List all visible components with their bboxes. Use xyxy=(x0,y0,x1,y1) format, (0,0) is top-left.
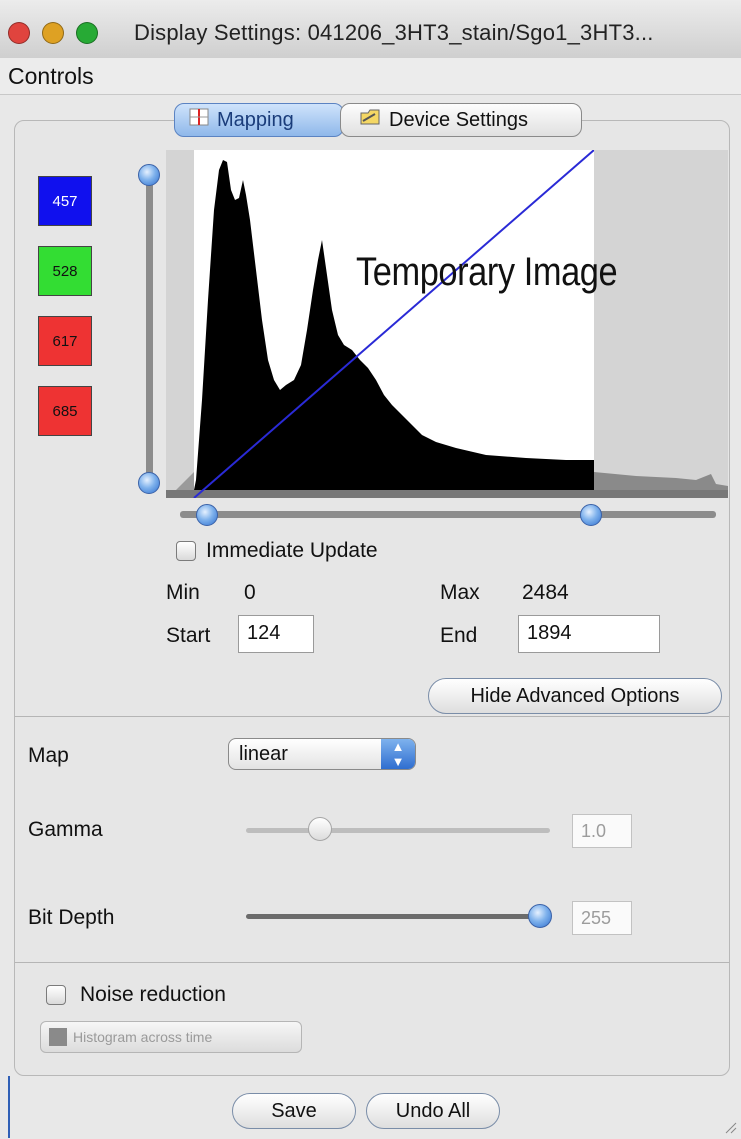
mapping-icon xyxy=(189,108,209,132)
menu-controls[interactable]: Controls xyxy=(8,63,94,90)
map-select-value: linear xyxy=(239,743,288,765)
map-select[interactable]: linear ▲ ▼ xyxy=(228,738,416,770)
max-value: 2484 xyxy=(522,581,569,604)
noise-reduction-label: Noise reduction xyxy=(80,983,226,1006)
histogram-across-time-toggle[interactable]: Histogram across time xyxy=(40,1021,302,1053)
window-edge-accent xyxy=(8,1076,10,1138)
tab-device-settings-label: Device Settings xyxy=(389,108,528,131)
map-label: Map xyxy=(28,744,69,767)
end-slider-knob[interactable] xyxy=(580,504,602,526)
gamma-value-field: 1.0 xyxy=(572,814,632,848)
tab-mapping[interactable]: Mapping xyxy=(174,103,344,137)
tab-mapping-label: Mapping xyxy=(217,108,294,131)
undo-all-button[interactable]: Undo All xyxy=(366,1093,500,1129)
bit-depth-label: Bit Depth xyxy=(28,906,115,929)
zoom-window-button[interactable] xyxy=(76,22,98,44)
channel-528-button[interactable]: 528 xyxy=(38,246,92,296)
vertical-slider-top-knob[interactable] xyxy=(138,164,160,186)
tab-device-settings[interactable]: Device Settings xyxy=(340,103,582,137)
save-button[interactable]: Save xyxy=(232,1093,356,1129)
title-bar: Display Settings: 041206_3HT3_stain/Sgo1… xyxy=(0,0,741,59)
channel-685-button[interactable]: 685 xyxy=(38,386,92,436)
plot-right-shade xyxy=(594,150,728,470)
start-input[interactable]: 124 xyxy=(238,615,314,653)
start-slider-knob[interactable] xyxy=(196,504,218,526)
minimize-window-button[interactable] xyxy=(42,22,64,44)
bit-depth-slider-track[interactable] xyxy=(246,914,542,919)
vertical-slider-bottom-knob[interactable] xyxy=(138,472,160,494)
noise-reduction-checkbox[interactable] xyxy=(46,985,66,1005)
channel-457-button[interactable]: 457 xyxy=(38,176,92,226)
histogram-svg xyxy=(166,149,728,499)
gamma-slider-knob[interactable] xyxy=(308,817,332,841)
start-label: Start xyxy=(166,624,211,647)
horizontal-slider-track[interactable] xyxy=(180,511,716,518)
histogram-plot[interactable]: Temporary Image xyxy=(166,149,728,499)
histogram-toggle-icon xyxy=(49,1028,67,1046)
channel-617-button[interactable]: 617 xyxy=(38,316,92,366)
gamma-slider-track[interactable] xyxy=(246,828,550,833)
max-label: Max xyxy=(440,581,480,604)
min-label: Min xyxy=(166,581,200,604)
gamma-label: Gamma xyxy=(28,818,103,841)
device-settings-icon xyxy=(359,108,381,132)
window-title: Display Settings: 041206_3HT3_stain/Sgo1… xyxy=(134,20,654,45)
menu-bar: Controls xyxy=(0,58,741,95)
histogram-across-time-label: Histogram across time xyxy=(73,1029,213,1045)
select-arrows-icon: ▲ ▼ xyxy=(381,739,415,769)
bit-depth-slider-knob[interactable] xyxy=(528,904,552,928)
noise-divider xyxy=(15,962,729,963)
bit-depth-value-field: 255 xyxy=(572,901,632,935)
min-value: 0 xyxy=(244,581,256,604)
immediate-update-checkbox[interactable] xyxy=(176,541,196,561)
immediate-update-label: Immediate Update xyxy=(206,539,378,562)
temporary-image-text: Temporary Image xyxy=(356,250,618,294)
end-input[interactable]: 1894 xyxy=(518,615,660,653)
vertical-slider-track[interactable] xyxy=(146,172,153,484)
advanced-divider xyxy=(15,716,729,717)
plot-baseline xyxy=(166,490,728,498)
close-window-button[interactable] xyxy=(8,22,30,44)
hide-advanced-options-button[interactable]: Hide Advanced Options xyxy=(428,678,722,714)
end-label: End xyxy=(440,624,478,647)
resize-grip-icon[interactable] xyxy=(723,1120,737,1134)
